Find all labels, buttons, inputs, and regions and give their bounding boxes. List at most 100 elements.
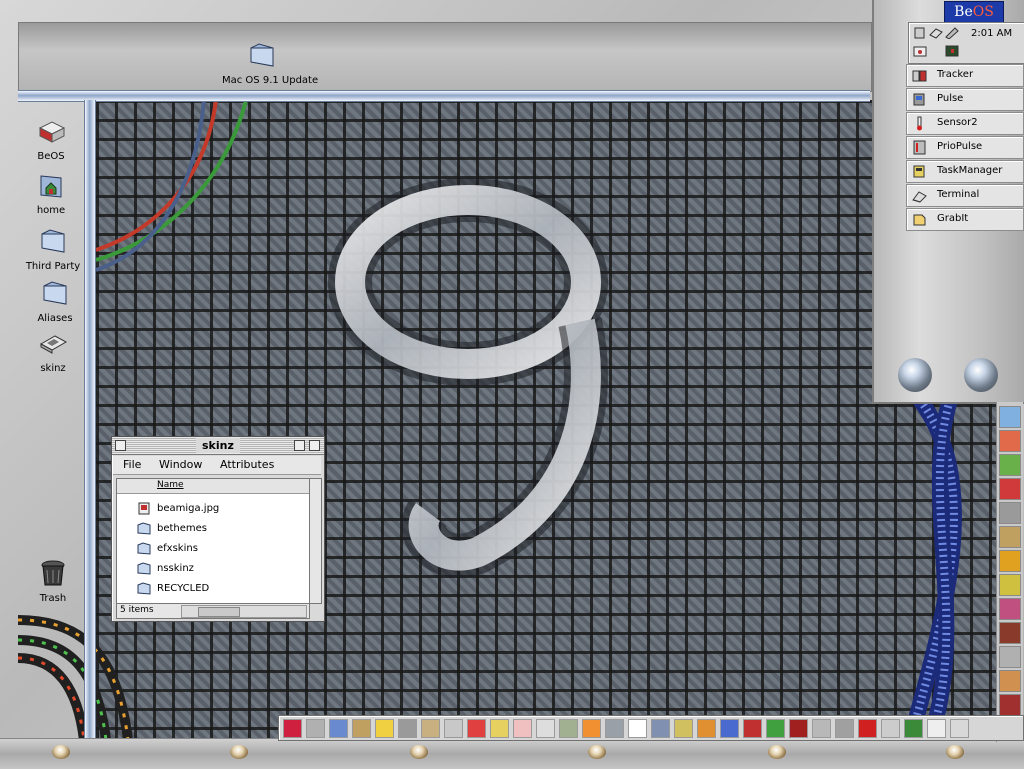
launch-app-icon[interactable]: [605, 719, 624, 738]
launch-app-icon[interactable]: [559, 719, 578, 738]
clock[interactable]: 2:01 AM: [971, 28, 1012, 39]
list-item[interactable]: efxskins: [117, 540, 309, 558]
zoom-box-icon[interactable]: [294, 440, 305, 451]
launch-app-icon[interactable]: [398, 719, 417, 738]
menu-window[interactable]: Window: [159, 458, 202, 471]
horizontal-scrollbar[interactable]: [181, 605, 307, 618]
launch-app-icon[interactable]: [467, 719, 486, 738]
folder-icon: [43, 281, 67, 305]
launch-app-icon[interactable]: [904, 719, 923, 738]
folder-icon: [137, 542, 151, 555]
desktop-icon-skinz[interactable]: skinz: [14, 328, 92, 374]
strip-app-icon[interactable]: [999, 406, 1021, 428]
folder-icon: [137, 582, 151, 595]
window-title: skinz: [196, 438, 240, 453]
launch-app-icon[interactable]: [881, 719, 900, 738]
strip-app-icon[interactable]: [999, 622, 1021, 644]
strip-app-icon[interactable]: [999, 502, 1021, 524]
pencil-tray-icon[interactable]: [945, 27, 959, 39]
window-titlebar[interactable]: skinz: [112, 437, 324, 455]
launch-app-icon[interactable]: [375, 719, 394, 738]
desktop-icon-mac-os-update[interactable]: Mac OS 9.1 Update: [222, 40, 319, 86]
column-header-name[interactable]: Name: [157, 480, 184, 490]
app-label: TaskManager: [937, 165, 1003, 176]
strip-app-icon[interactable]: [999, 670, 1021, 692]
launch-app-icon[interactable]: [444, 719, 463, 738]
list-item[interactable]: RECYCLED: [117, 580, 309, 598]
eraser-tray-icon[interactable]: [929, 27, 943, 39]
launch-app-icon[interactable]: [789, 719, 808, 738]
launch-app-icon[interactable]: [835, 719, 854, 738]
launch-app-icon[interactable]: [858, 719, 877, 738]
disk-tray-icon[interactable]: [913, 27, 927, 39]
app-item-priopulse[interactable]: PrioPulse: [906, 136, 1024, 159]
be-menu-button[interactable]: BeOS: [944, 1, 1004, 23]
launch-app-icon[interactable]: [421, 719, 440, 738]
strip-app-icon[interactable]: [999, 430, 1021, 452]
window-statusbar: 5 items: [116, 603, 310, 619]
app-item-sensor2[interactable]: Sensor2: [906, 112, 1024, 135]
launch-app-icon[interactable]: [812, 719, 831, 738]
monitor-tray-icon[interactable]: [945, 45, 959, 57]
launch-app-icon[interactable]: [306, 719, 325, 738]
launch-app-icon[interactable]: [697, 719, 716, 738]
strip-app-icon[interactable]: [999, 694, 1021, 716]
strip-app-icon[interactable]: [999, 598, 1021, 620]
app-item-terminal[interactable]: Terminal: [906, 184, 1024, 207]
launch-app-icon[interactable]: [628, 719, 647, 738]
media-tray-icon[interactable]: [913, 45, 927, 57]
desktop-icon-label: Mac OS 9.1 Update: [222, 75, 319, 86]
strip-app-icon[interactable]: [999, 646, 1021, 668]
app-item-taskmanager[interactable]: TaskManager: [906, 160, 1024, 183]
desktop-icon-trash[interactable]: Trash: [14, 558, 92, 604]
app-item-tracker[interactable]: Tracker: [906, 64, 1024, 87]
minimize-box-icon[interactable]: [309, 440, 320, 451]
list-item[interactable]: bethemes: [117, 520, 309, 538]
strip-app-icon[interactable]: [999, 574, 1021, 596]
desktop-icon-label: skinz: [40, 363, 66, 374]
launch-app-icon[interactable]: [720, 719, 739, 738]
folder-icon: [250, 43, 274, 67]
launch-app-icon[interactable]: [283, 719, 302, 738]
launch-app-icon[interactable]: [536, 719, 555, 738]
launch-app-icon[interactable]: [674, 719, 693, 738]
launch-app-icon[interactable]: [743, 719, 762, 738]
strip-app-icon[interactable]: [999, 478, 1021, 500]
scroll-thumb[interactable]: [198, 607, 240, 617]
vertical-scrollbar[interactable]: [309, 478, 322, 604]
strip-app-icon[interactable]: [999, 526, 1021, 548]
app-item-grabit[interactable]: GrabIt: [906, 208, 1024, 231]
launch-app-icon[interactable]: [352, 719, 371, 738]
desktop-icon-third-party[interactable]: Third Party: [14, 226, 92, 272]
launch-app-icon[interactable]: [582, 719, 601, 738]
desktop-icon-label: Trash: [39, 593, 67, 604]
running-apps-list: Tracker Pulse Sensor2 PrioPulse TaskMana…: [906, 64, 1024, 232]
launch-app-icon[interactable]: [490, 719, 509, 738]
app-label: Pulse: [937, 93, 964, 104]
launch-app-icon[interactable]: [513, 719, 532, 738]
list-item[interactable]: beamiga.jpg: [117, 500, 309, 518]
launch-app-icon[interactable]: [651, 719, 670, 738]
tracker-window-skinz: skinz File Window Attributes Name beamig…: [111, 436, 325, 622]
strip-app-icon[interactable]: [999, 550, 1021, 572]
menu-file[interactable]: File: [123, 458, 141, 471]
list-item[interactable]: nsskinz: [117, 560, 309, 578]
launch-app-icon[interactable]: [329, 719, 348, 738]
desktop-icon-label: home: [36, 205, 66, 216]
bottom-rail: [0, 738, 1024, 769]
app-label: PrioPulse: [937, 141, 983, 152]
app-item-pulse[interactable]: Pulse: [906, 88, 1024, 111]
launch-app-icon[interactable]: [950, 719, 969, 738]
strip-app-icon[interactable]: [999, 454, 1021, 476]
column-header[interactable]: Name: [117, 479, 309, 494]
desktop-icon-beos[interactable]: BeOS: [12, 116, 90, 162]
item-count: 5 items: [120, 605, 154, 615]
launch-app-icon[interactable]: [927, 719, 946, 738]
file-name: efxskins: [157, 543, 198, 554]
menu-attributes[interactable]: Attributes: [220, 458, 274, 471]
close-box-icon[interactable]: [115, 440, 126, 451]
launch-app-icon[interactable]: [766, 719, 785, 738]
desktop-icon-aliases[interactable]: Aliases: [16, 278, 94, 324]
home-folder-icon: [40, 175, 62, 198]
desktop-icon-home[interactable]: home: [12, 170, 90, 216]
